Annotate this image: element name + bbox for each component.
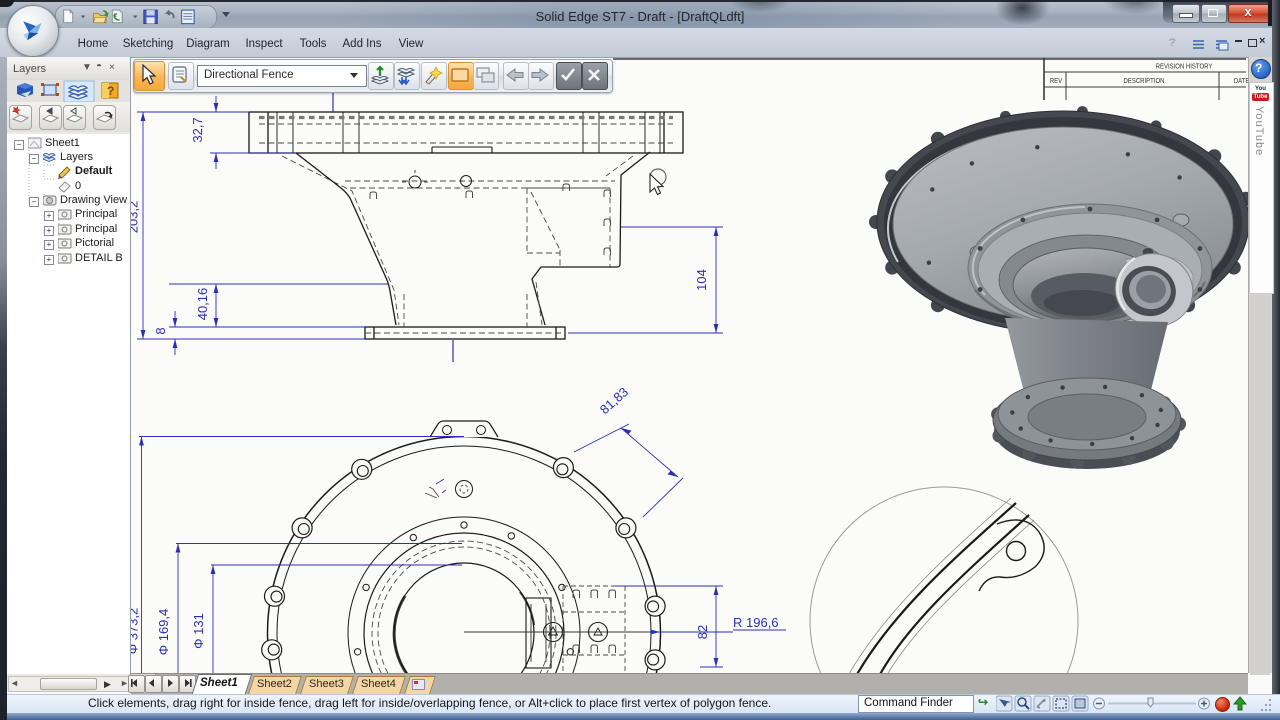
svg-text:Φ 373,2: Φ 373,2	[131, 608, 141, 655]
svg-text:32,7: 32,7	[190, 117, 205, 142]
svg-text:Φ 131: Φ 131	[191, 613, 206, 649]
svg-text:Φ 169,4: Φ 169,4	[156, 609, 171, 656]
svg-text:REV: REV	[1050, 77, 1063, 85]
svg-text:DATE: DATE	[1234, 77, 1248, 85]
svg-text:R 196,6: R 196,6	[733, 615, 779, 630]
svg-text:8: 8	[153, 327, 168, 334]
svg-text:40,16: 40,16	[195, 288, 210, 321]
svg-text:?: ?	[107, 84, 114, 98]
svg-text:82: 82	[695, 625, 710, 639]
svg-text:104: 104	[694, 269, 709, 291]
svg-text:REVISION HISTORY: REVISION HISTORY	[1156, 63, 1213, 71]
svg-text:203,2: 203,2	[131, 201, 141, 234]
svg-text:DESCRIPTION: DESCRIPTION	[1124, 77, 1165, 85]
